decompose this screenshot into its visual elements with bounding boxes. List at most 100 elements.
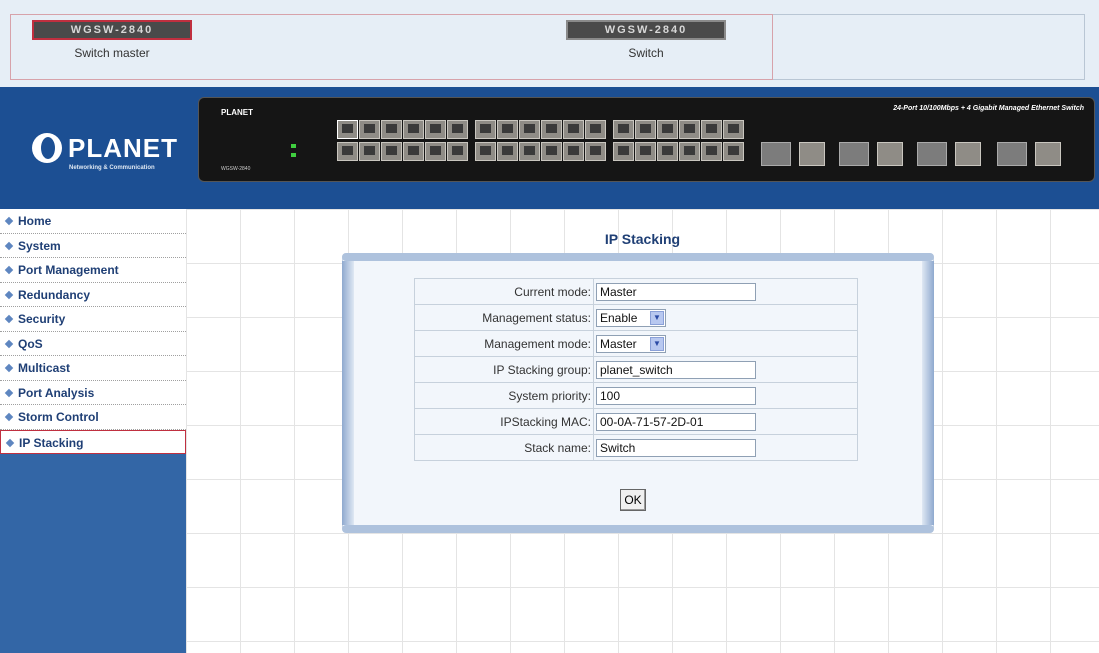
stack-switch-member[interactable]: WGSW-2840 Switch (566, 20, 726, 60)
port[interactable] (679, 120, 700, 139)
port[interactable] (403, 120, 424, 139)
port[interactable] (475, 142, 496, 161)
port[interactable] (701, 120, 722, 139)
port[interactable] (701, 142, 722, 161)
port[interactable] (447, 120, 468, 139)
sidebar-item-label: Home (18, 214, 52, 228)
port[interactable] (337, 142, 358, 161)
sidebar-item-multicast[interactable]: Multicast (0, 356, 186, 381)
port[interactable] (403, 142, 424, 161)
form-row: IPStacking MAC: (414, 408, 858, 435)
port-group-3 (609, 112, 745, 170)
gigabit-port[interactable] (1035, 142, 1061, 166)
switch-front-panel: PLANET WGSW-2840 24-Port 10/100Mbps + 4 … (198, 97, 1095, 182)
port[interactable] (381, 142, 402, 161)
bullet-icon (4, 412, 14, 422)
port[interactable] (635, 120, 656, 139)
chevron-down-icon[interactable]: ▼ (650, 310, 664, 325)
port[interactable] (425, 120, 446, 139)
port[interactable] (519, 142, 540, 161)
stack-switch-role: Switch master (74, 46, 150, 60)
header: PLANET Networking & Communication PLANET… (0, 87, 1099, 209)
port[interactable] (359, 142, 380, 161)
stack-switch-master[interactable]: WGSW-2840 Switch master (32, 20, 192, 60)
port[interactable] (723, 120, 744, 139)
port-group-1 (333, 112, 469, 170)
sidebar: Home System Port Management Redundancy S… (0, 209, 186, 653)
port[interactable] (657, 142, 678, 161)
bullet-icon (4, 241, 14, 250)
gigabit-port[interactable] (955, 142, 981, 166)
port[interactable] (679, 142, 700, 161)
port[interactable] (613, 120, 634, 139)
port[interactable] (541, 120, 562, 139)
panel-border-top (342, 253, 934, 261)
main-content: IP Stacking Current mode: Management sta… (186, 209, 1099, 653)
status-leds (291, 144, 296, 162)
port[interactable] (497, 142, 518, 161)
sfp-slot[interactable] (997, 142, 1027, 166)
gigabit-port[interactable] (799, 142, 825, 166)
port[interactable] (563, 120, 584, 139)
system-priority-label: System priority: (414, 382, 594, 409)
port[interactable] (381, 120, 402, 139)
ok-button[interactable]: OK (620, 489, 646, 511)
port[interactable] (723, 142, 744, 161)
gigabit-port[interactable] (877, 142, 903, 166)
sidebar-item-redundancy[interactable]: Redundancy (0, 282, 186, 307)
bullet-icon (4, 216, 14, 226)
bullet-icon (4, 388, 14, 397)
port[interactable] (563, 142, 584, 161)
chevron-down-icon[interactable]: ▼ (650, 336, 664, 351)
sidebar-menu: Home System Port Management Redundancy S… (0, 209, 186, 454)
port[interactable] (613, 142, 634, 161)
panel-description: 24-Port 10/100Mbps + 4 Gigabit Managed E… (893, 105, 1084, 112)
system-priority-field[interactable] (596, 386, 756, 405)
bullet-icon (4, 314, 14, 324)
port[interactable] (497, 120, 518, 139)
form-row: System priority: (414, 382, 858, 409)
panel-border-left (342, 261, 354, 525)
sidebar-item-security[interactable]: Security (0, 307, 186, 332)
current-mode-field[interactable] (596, 282, 756, 301)
management-status-select[interactable]: Enable ▼ (596, 308, 666, 327)
stack-name-field[interactable] (596, 438, 756, 457)
port[interactable] (447, 142, 468, 161)
sfp-slot[interactable] (761, 142, 791, 166)
panel-border-bottom (342, 525, 934, 533)
management-mode-select[interactable]: Master ▼ (596, 334, 666, 353)
settings-panel: Current mode: Management status: Enable ▼… (342, 253, 934, 533)
sfp-slot[interactable] (839, 142, 869, 166)
port[interactable] (635, 142, 656, 161)
port[interactable] (541, 142, 562, 161)
port[interactable] (359, 120, 380, 139)
sidebar-item-system[interactable]: System (0, 233, 186, 258)
stack-bar: WGSW-2840 Switch master WGSW-2840 Switch (0, 0, 1099, 88)
sfp-slot[interactable] (917, 142, 947, 166)
port[interactable] (519, 120, 540, 139)
sidebar-item-port-analysis[interactable]: Port Analysis (0, 380, 186, 405)
stacking-group-field[interactable] (596, 360, 756, 379)
management-status-label: Management status: (414, 304, 594, 331)
sidebar-item-label: Multicast (18, 361, 71, 375)
port[interactable] (657, 120, 678, 139)
bullet-icon (4, 339, 14, 348)
sidebar-item-label: QoS (18, 336, 43, 351)
port[interactable] (585, 120, 606, 139)
port[interactable] (475, 120, 496, 139)
logo-wordmark: PLANET (68, 133, 178, 163)
sidebar-item-ip-stacking[interactable]: IP Stacking (0, 429, 186, 454)
sidebar-item-home[interactable]: Home (0, 209, 186, 234)
stacking-mac-field[interactable] (596, 412, 756, 431)
sidebar-item-label: Port Management (18, 263, 119, 277)
port[interactable] (425, 142, 446, 161)
port[interactable] (337, 120, 358, 139)
sidebar-item-qos[interactable]: QoS (0, 331, 186, 356)
stack-name-label: Stack name: (414, 434, 594, 461)
port[interactable] (585, 142, 606, 161)
planet-logo-icon (32, 133, 62, 163)
sidebar-item-port-management[interactable]: Port Management (0, 258, 186, 283)
panel-border-right (922, 261, 934, 525)
panel-model: WGSW-2840 (221, 166, 251, 172)
sidebar-item-storm-control[interactable]: Storm Control (0, 405, 186, 430)
